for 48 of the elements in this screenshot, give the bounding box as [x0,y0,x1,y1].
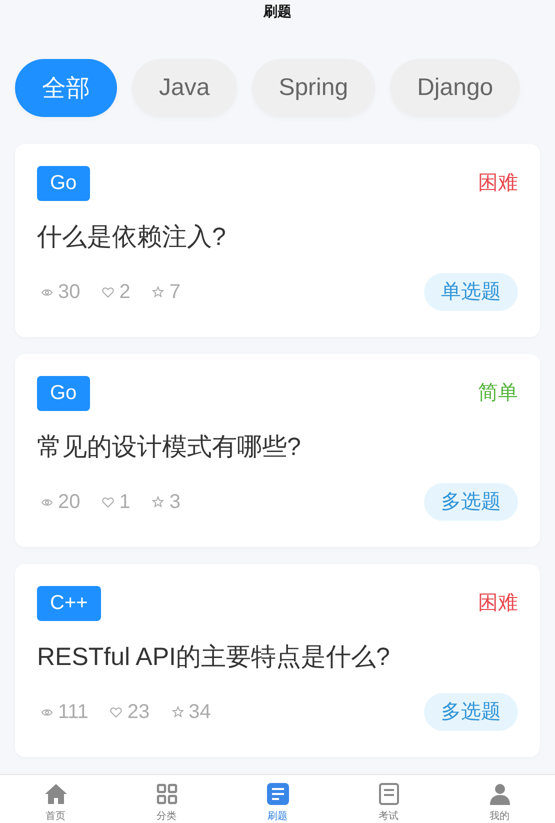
question-title: RESTful API的主要特点是什么? [37,642,391,673]
question-card[interactable]: C++ 困难 RESTful API的主要特点是什么? 111 23 34 多选题 [15,564,540,757]
question-type-badge: 多选题 [424,483,518,521]
question-card[interactable]: Go 困难 什么是依赖注入? 30 2 7 单选题 [15,144,540,337]
like-count: 2 [119,280,130,304]
question-type-badge: 单选题 [424,273,518,311]
page-title: 刷题 [264,3,292,21]
tab-label[interactable]: 考试 [378,809,398,823]
category-chip[interactable]: Java [132,59,237,118]
tab-label[interactable]: 首页 [46,809,66,823]
eye-icon [41,708,53,716]
question-card[interactable]: Go 简单 常见的设计模式有哪些? 20 1 3 多选题 [15,354,540,547]
like-count: 1 [119,490,130,514]
category-chip[interactable]: 全部 [15,59,117,118]
language-tag: Go [37,166,90,201]
user-icon[interactable] [488,782,512,806]
question-title: 常见的设计模式有哪些? [37,432,302,463]
grid-icon[interactable] [154,782,178,806]
category-chip[interactable]: Django [390,59,520,118]
tab-label[interactable]: 我的 [490,809,510,823]
question-title: 什么是依赖注入? [37,222,227,253]
tab-label[interactable]: 刷题 [268,809,288,823]
like-count: 23 [127,700,150,724]
question-type-badge: 多选题 [424,693,518,731]
favorite-count: 3 [169,490,180,514]
language-tag: Go [37,376,90,411]
exam-icon[interactable] [376,782,400,806]
heart-icon [102,286,114,298]
view-count: 30 [58,280,80,304]
document-icon[interactable] [266,782,290,806]
language-tag: C++ [37,586,101,621]
heart-icon [102,496,114,508]
view-count: 20 [58,490,80,514]
home-icon[interactable] [44,782,68,806]
category-chip[interactable]: Spring [252,59,376,118]
difficulty-label: 困难 [478,171,518,196]
star-icon [172,706,184,718]
difficulty-label: 简单 [478,381,518,406]
tab-label[interactable]: 分类 [156,809,176,823]
favorite-count: 34 [188,700,211,724]
difficulty-label: 困难 [478,591,518,616]
star-icon [152,286,164,298]
eye-icon [41,498,53,506]
heart-icon [110,706,122,718]
eye-icon [41,288,53,296]
star-icon [152,496,164,508]
view-count: 111 [58,700,88,724]
favorite-count: 7 [169,280,180,304]
